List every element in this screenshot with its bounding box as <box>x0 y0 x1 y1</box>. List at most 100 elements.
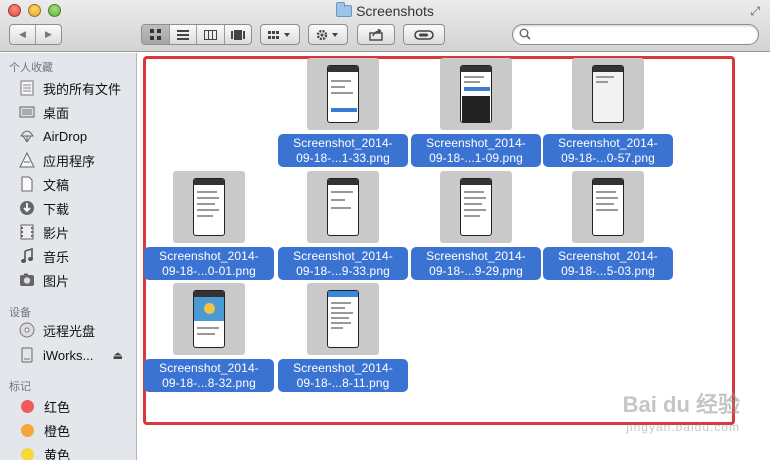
sidebar-item-label: 黄色 <box>44 447 71 460</box>
list-view-button[interactable] <box>168 25 197 44</box>
sidebar-item-label: 橙色 <box>44 423 71 439</box>
file-name-label: Screenshot_2014- 09-18-...9-33.png <box>278 247 408 280</box>
forward-button[interactable]: ▶ <box>35 25 61 44</box>
remote-disc-icon <box>18 321 36 339</box>
phone-screenshot-preview <box>592 178 624 236</box>
sidebar-item-label: AirDrop <box>43 128 88 144</box>
back-icon: ◀ <box>19 29 26 39</box>
tag-icon <box>414 29 434 40</box>
sidebar-item-documents[interactable]: 文稿 <box>0 172 136 196</box>
file-item[interactable]: Screenshot_2014- 09-18-...9-29.png <box>411 171 541 281</box>
icon-view-button[interactable] <box>142 25 169 44</box>
file-item[interactable]: Screenshot_2014- 09-18-...1-33.png <box>278 58 408 168</box>
sidebar-item-all-files[interactable]: 我的所有文件 <box>0 76 136 100</box>
sidebar-item-label: 文稿 <box>43 177 70 193</box>
movies-icon <box>18 223 36 241</box>
sidebar-item-downloads[interactable]: 下载 <box>0 196 136 220</box>
sidebar-item-music[interactable]: 音乐 <box>0 244 136 268</box>
window-titlebar: Screenshots ⤢ ◀ ▶ <box>0 0 770 52</box>
sidebar-item-movies[interactable]: 影片 <box>0 220 136 244</box>
column-view-button[interactable] <box>196 25 224 44</box>
file-thumbnail <box>307 171 379 243</box>
file-item[interactable]: Screenshot_2014- 09-18-...9-33.png <box>278 171 408 281</box>
action-button[interactable] <box>308 24 348 45</box>
search-field[interactable] <box>512 24 759 45</box>
phone-screenshot-preview <box>592 65 624 123</box>
file-thumbnail <box>440 58 512 130</box>
music-icon <box>18 247 36 265</box>
file-name-label: Screenshot_2014- 09-18-...1-09.png <box>411 134 541 167</box>
file-item[interactable]: Screenshot_2014- 09-18-...1-09.png <box>411 58 541 168</box>
file-name-label: Screenshot_2014- 09-18-...9-29.png <box>411 247 541 280</box>
icon-view-icon <box>149 29 161 40</box>
sidebar-item-label: 远程光盘 <box>43 323 96 339</box>
arrange-button[interactable] <box>260 24 300 45</box>
favorites-header: 个人收藏 <box>9 62 53 74</box>
sidebar-item-airdrop[interactable]: AirDrop <box>0 124 136 148</box>
folder-icon <box>336 2 353 17</box>
share-button[interactable] <box>357 24 395 45</box>
sidebar-item-applications[interactable]: 应用程序 <box>0 148 136 172</box>
sidebar-item-tag-yellow[interactable]: 黄色 <box>0 442 136 460</box>
pictures-icon <box>18 271 36 289</box>
sidebar-item-label: 我的所有文件 <box>43 81 122 97</box>
sidebar-item-tag-orange[interactable]: 橙色 <box>0 418 136 442</box>
list-view-icon <box>176 29 189 40</box>
sidebar-item-label: iWorks... <box>43 347 94 363</box>
desktop-icon <box>18 103 36 121</box>
drive-icon <box>18 346 36 364</box>
phone-screenshot-preview <box>460 65 492 123</box>
gear-icon <box>316 29 338 40</box>
file-item[interactable]: Screenshot_2014- 09-18-...8-32.png <box>144 283 274 393</box>
column-view-icon <box>203 29 217 40</box>
watermark-main-text: Bai du 经验 <box>622 392 740 417</box>
share-icon <box>369 28 383 41</box>
search-icon <box>519 28 531 40</box>
file-item[interactable]: Screenshot_2014- 09-18-...8-11.png <box>278 283 408 393</box>
file-browser-content[interactable]: Screenshot_2014- 09-18-...1-33.png Screen… <box>137 53 770 460</box>
applications-icon <box>18 151 36 169</box>
phone-screenshot-preview <box>327 65 359 123</box>
watermark-sub-text: jingyan.baidu.com <box>626 420 740 434</box>
file-thumbnail <box>440 171 512 243</box>
watermark: Bai du 经验 jingyan.baidu.com <box>623 394 740 438</box>
phone-screenshot-preview <box>193 290 225 348</box>
sidebar-item-tag-red[interactable]: 红色 <box>0 394 136 418</box>
sidebar-item-label: 影片 <box>43 225 70 241</box>
tag-button[interactable] <box>403 24 445 45</box>
red-tag-icon <box>21 399 34 413</box>
file-name-label: Screenshot_2014- 09-18-...0-57.png <box>543 134 673 167</box>
sidebar-item-label: 红色 <box>44 399 71 415</box>
fullscreen-icon[interactable]: ⤢ <box>750 4 760 19</box>
file-thumbnail <box>572 171 644 243</box>
phone-screenshot-preview <box>460 178 492 236</box>
sidebar-item-iworks[interactable]: iWorks... ⏏ <box>0 343 136 367</box>
sidebar-item-pictures[interactable]: 图片 <box>0 268 136 292</box>
phone-screenshot-preview <box>193 178 225 236</box>
file-thumbnail <box>173 283 245 355</box>
window-title-text: Screenshots <box>356 3 434 19</box>
coverflow-view-button[interactable] <box>223 25 252 44</box>
file-thumbnail <box>173 171 245 243</box>
view-mode-buttons <box>141 24 252 45</box>
file-thumbnail <box>307 283 379 355</box>
file-item[interactable]: Screenshot_2014- 09-18-...5-03.png <box>543 171 673 281</box>
airdrop-icon <box>18 127 36 145</box>
window-title: Screenshots <box>0 2 770 19</box>
orange-tag-icon <box>21 423 34 437</box>
yellow-tag-icon <box>21 447 34 460</box>
downloads-icon <box>18 199 36 217</box>
sidebar-item-remote-disc[interactable]: 远程光盘 <box>0 318 136 342</box>
sidebar: 个人收藏 我的所有文件 桌面 AirDrop 应用程序 文稿 下载 影片 音乐 … <box>0 53 137 460</box>
phone-screenshot-preview <box>327 178 359 236</box>
eject-icon[interactable]: ⏏ <box>113 349 123 362</box>
file-item[interactable]: Screenshot_2014- 09-18-...0-01.png <box>144 171 274 281</box>
file-item[interactable]: Screenshot_2014- 09-18-...0-57.png <box>543 58 673 168</box>
file-name-label: Screenshot_2014- 09-18-...8-32.png <box>144 359 274 392</box>
file-name-label: Screenshot_2014- 09-18-...0-01.png <box>144 247 274 280</box>
back-button[interactable]: ◀ <box>10 25 35 44</box>
sidebar-item-desktop[interactable]: 桌面 <box>0 100 136 124</box>
all-files-icon <box>18 79 36 97</box>
file-name-label: Screenshot_2014- 09-18-...1-33.png <box>278 134 408 167</box>
sidebar-item-label: 音乐 <box>43 249 70 265</box>
